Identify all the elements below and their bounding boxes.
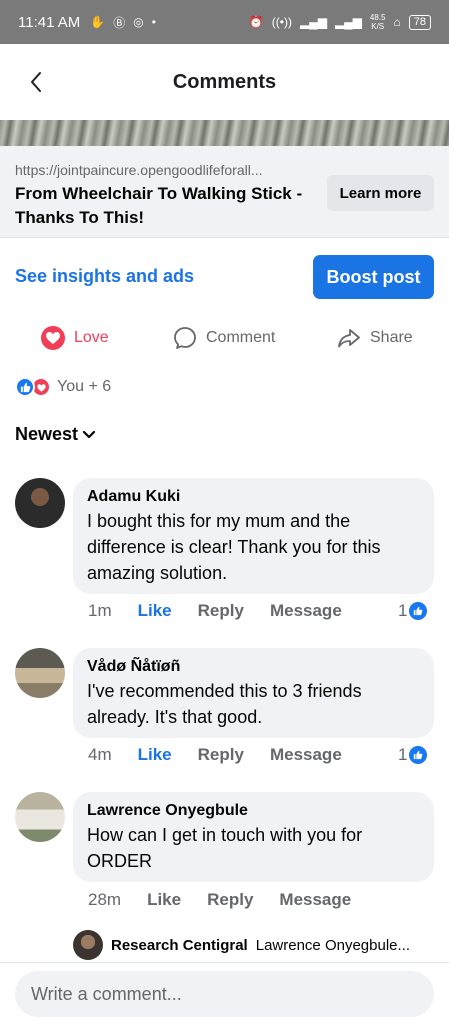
sort-label: Newest	[15, 424, 79, 444]
comment-text: I've recommended this to 3 friends alrea…	[87, 681, 362, 727]
notification-icon: ✋	[90, 15, 106, 29]
alarm-icon: ⏰	[248, 15, 264, 29]
comment-actions: 4m Like Reply Message	[88, 745, 368, 765]
reactions-summary[interactable]: You + 6	[15, 376, 111, 398]
comment-like-count[interactable]: 1	[398, 601, 428, 621]
header: Comments	[0, 44, 449, 120]
comment-label: Comment	[206, 329, 276, 346]
like-reaction-icon	[409, 602, 428, 620]
battery-icon: 78	[408, 14, 431, 30]
comment-time: 4m	[88, 745, 112, 764]
signal-icon-2: ▂▄▆	[334, 15, 362, 29]
boost-post-button[interactable]: Boost post	[313, 255, 434, 299]
avatar[interactable]	[15, 648, 65, 698]
like-button[interactable]: Like	[138, 601, 172, 621]
comment-actions: 28m Like Reply Message	[88, 890, 377, 910]
hotspot-icon: ((•))	[271, 15, 292, 29]
like-reaction-icon	[409, 746, 428, 764]
share-button[interactable]: Share	[336, 322, 413, 354]
link-url: https://jointpaincure.opengoodlifeforall…	[15, 162, 263, 178]
message-button[interactable]: Message	[270, 601, 342, 621]
network-speed: 48.5 K/S	[369, 13, 386, 31]
avatar	[73, 930, 103, 960]
see-insights-link[interactable]: See insights and ads	[15, 266, 194, 287]
back-button[interactable]	[20, 66, 52, 98]
comment-bubble[interactable]: Lawrence Onyegbule How can I get in touc…	[73, 792, 434, 882]
like-reaction-icon	[15, 377, 35, 397]
system-icons: ⏰ ((•)) ▂▄▆ ▂▄▆ 48.5 K/S ⌂ 78	[249, 13, 431, 31]
comment-like-count[interactable]: 1	[398, 745, 428, 765]
avatar[interactable]	[15, 792, 65, 842]
reply-text: Lawrence Onyegbule...	[255, 936, 410, 954]
love-button[interactable]: Love	[40, 322, 109, 354]
reactions-count: You + 6	[57, 378, 112, 395]
instagram-icon: ◎	[133, 15, 144, 29]
message-button[interactable]: Message	[279, 890, 351, 910]
comment-input[interactable]	[15, 971, 434, 1017]
comment-author[interactable]: Vådø Ñåtïøñ	[87, 656, 420, 678]
share-icon	[338, 329, 360, 348]
like-count: 1	[398, 745, 408, 764]
sort-dropdown[interactable]: Newest	[15, 424, 96, 445]
comment-author[interactable]: Lawrence Onyegbule	[87, 800, 420, 822]
comment-text: How can I get in touch with you for ORDE…	[87, 825, 363, 871]
vibrate-icon: ⌂	[393, 15, 401, 29]
chevron-down-icon	[82, 430, 96, 438]
messaging-icon: Ⓑ	[113, 15, 126, 30]
reply-button[interactable]: Reply	[198, 745, 244, 765]
dot-icon: •	[151, 15, 156, 29]
avatar[interactable]	[15, 478, 65, 528]
learn-more-button[interactable]: Learn more	[327, 175, 434, 211]
comment-bubble[interactable]: Vådø Ñåtïøñ I've recommended this to 3 f…	[73, 648, 434, 738]
comment-composer	[0, 962, 449, 1024]
comment-author[interactable]: Adamu Kuki	[87, 486, 420, 508]
comment-time: 1m	[88, 601, 112, 620]
notification-icons: ✋ Ⓑ ◎ •	[90, 14, 156, 31]
like-button[interactable]: Like	[147, 890, 181, 910]
love-label: Love	[74, 329, 109, 346]
status-bar: 11:41 AM ✋ Ⓑ ◎ • ⏰ ((•)) ▂▄▆ ▂▄▆ 48.5 K/…	[0, 0, 449, 44]
comment-actions: 1m Like Reply Message	[88, 601, 368, 621]
signal-icon: ▂▄▆	[299, 15, 327, 29]
message-button[interactable]: Message	[270, 745, 342, 765]
share-label: Share	[370, 329, 413, 346]
like-count: 1	[398, 601, 408, 620]
love-icon	[41, 326, 65, 350]
reply-author: Research Centigral	[111, 936, 248, 954]
link-title: From Wheelchair To Walking Stick - Thank…	[15, 184, 303, 227]
comment-text: I bought this for my mum and the differe…	[87, 511, 381, 583]
chevron-left-icon	[31, 72, 41, 92]
reply-button[interactable]: Reply	[207, 890, 253, 910]
like-button[interactable]: Like	[138, 745, 172, 765]
comment-icon	[174, 327, 196, 349]
comment-bubble[interactable]: Adamu Kuki I bought this for my mum and …	[73, 478, 434, 594]
reply-preview[interactable]: Research Centigral Lawrence Onyegbule...	[73, 930, 433, 960]
page-title: Comments	[172, 70, 277, 93]
comment-time: 28m	[88, 890, 122, 909]
reply-button[interactable]: Reply	[198, 601, 244, 621]
post-image[interactable]	[0, 120, 449, 146]
status-time: 11:41 AM	[18, 13, 81, 31]
